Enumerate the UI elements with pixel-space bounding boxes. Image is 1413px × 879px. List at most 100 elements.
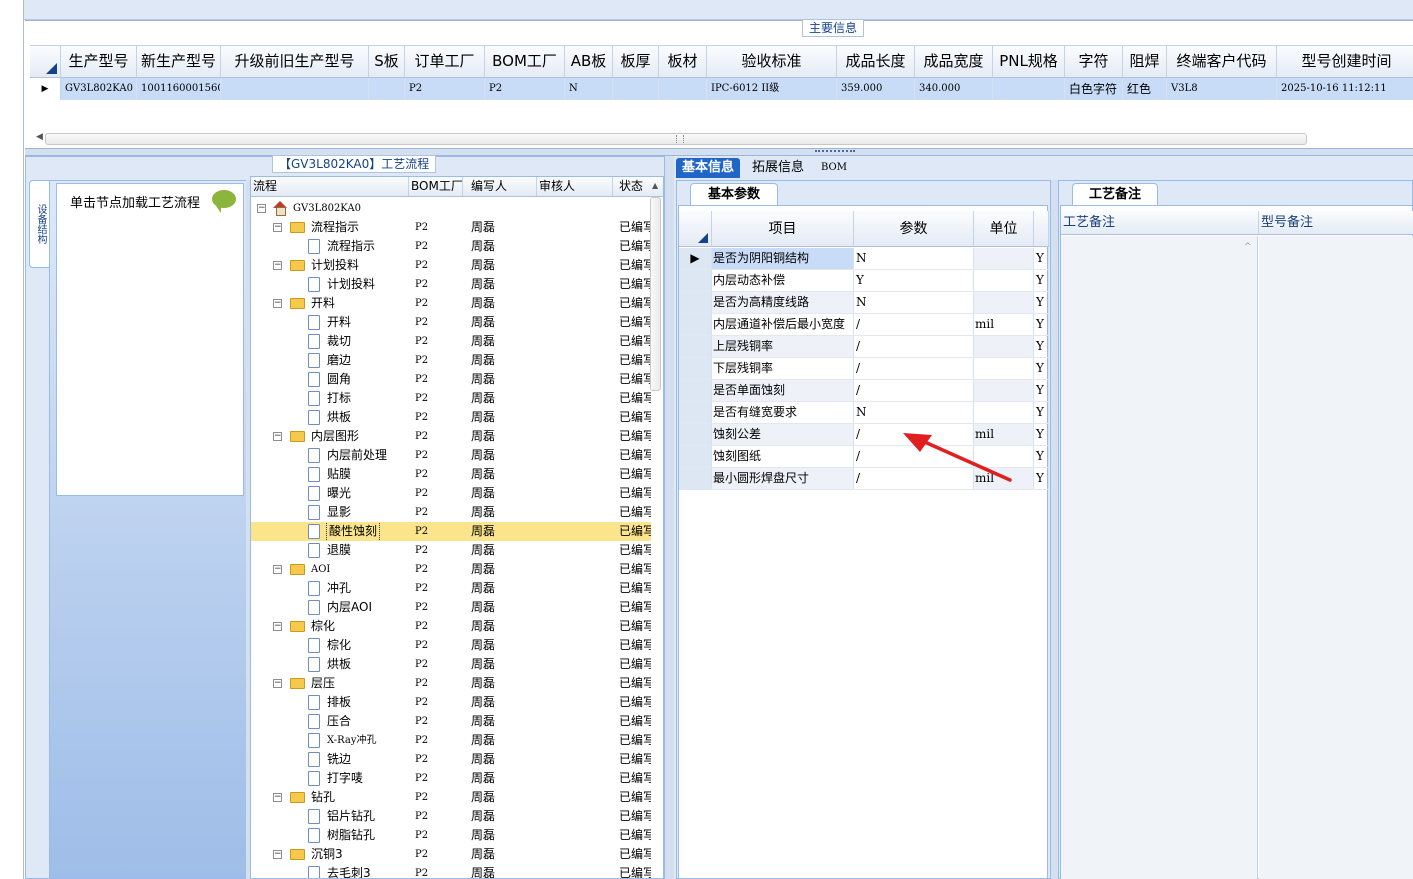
- tab-bom[interactable]: BOM: [815, 158, 853, 178]
- param-value[interactable]: /: [854, 314, 974, 335]
- collapse-icon[interactable]: −: [273, 432, 282, 441]
- col-process-remark[interactable]: 工艺备注: [1061, 211, 1259, 234]
- main-info-cell[interactable]: GV3L802KA0: [61, 78, 137, 100]
- main-info-col-header[interactable]: S板: [369, 46, 405, 77]
- collapse-icon[interactable]: −: [273, 223, 282, 232]
- tree-row[interactable]: 排板 P2 周磊 已编写: [251, 693, 651, 712]
- param-value[interactable]: /: [854, 380, 974, 401]
- param-value[interactable]: /: [854, 336, 974, 357]
- tree-row[interactable]: 磨边 P2 周磊 已编写: [251, 351, 651, 370]
- tree-row[interactable]: − 沉铜3 P2 周磊 已编写: [251, 845, 651, 864]
- main-info-col-header[interactable]: AB板: [565, 46, 613, 77]
- tree-row[interactable]: − 内层图形 P2 周磊 已编写: [251, 427, 651, 446]
- tree-row[interactable]: 显影 P2 周磊 已编写: [251, 503, 651, 522]
- main-info-col-header[interactable]: 生产型号: [61, 46, 137, 77]
- main-info-cell[interactable]: 白色字符: [1065, 78, 1123, 100]
- tree-row[interactable]: 去毛刺3 P2 周磊 已编写: [251, 864, 651, 878]
- col-model-remark[interactable]: 型号备注: [1259, 211, 1413, 234]
- collapse-icon[interactable]: −: [273, 622, 282, 631]
- tree-row[interactable]: 计划投料 P2 周磊 已编写: [251, 275, 651, 294]
- tree-row[interactable]: 内层AOI P2 周磊 已编写: [251, 598, 651, 617]
- tree-row[interactable]: 开料 P2 周磊 已编写: [251, 313, 651, 332]
- main-info-col-header[interactable]: 板材: [659, 46, 707, 77]
- tree-row[interactable]: 内层前处理 P2 周磊 已编写: [251, 446, 651, 465]
- main-info-cell[interactable]: 359.000: [837, 78, 915, 100]
- tab-basic-info[interactable]: 基本信息: [676, 158, 741, 178]
- param-row[interactable]: 内层动态补偿 Y Y: [679, 270, 1049, 292]
- load-process-hint[interactable]: 单击节点加载工艺流程: [70, 192, 200, 211]
- tree-row[interactable]: − 开料 P2 周磊 已编写: [251, 294, 651, 313]
- main-info-col-header[interactable]: 型号创建时间: [1277, 46, 1413, 77]
- param-row[interactable]: 下层残铜率 / Y: [679, 358, 1049, 380]
- scroll-thumb[interactable]: [650, 197, 661, 391]
- main-info-col-header[interactable]: 新生产型号: [137, 46, 221, 77]
- param-value[interactable]: Y: [854, 270, 974, 291]
- tree-row[interactable]: 铣边 P2 周磊 已编写: [251, 750, 651, 769]
- tree-row[interactable]: − AOI P2 周磊 已编写: [251, 560, 651, 579]
- param-row[interactable]: 是否单面蚀刻 / Y: [679, 380, 1049, 402]
- tree-row[interactable]: 铝片钻孔 P2 周磊 已编写: [251, 807, 651, 826]
- process-remark-field[interactable]: ^: [1061, 236, 1258, 879]
- tab-equipment-structure[interactable]: 设备结构: [29, 180, 49, 268]
- main-info-col-header[interactable]: 阻焊: [1123, 46, 1167, 77]
- tree-row[interactable]: 打标 P2 周磊 已编写: [251, 389, 651, 408]
- collapse-icon[interactable]: −: [273, 793, 282, 802]
- tree-row[interactable]: 冲孔 P2 周磊 已编写: [251, 579, 651, 598]
- param-value[interactable]: N: [854, 402, 974, 423]
- collapse-icon[interactable]: −: [257, 204, 266, 213]
- middle-splitter[interactable]: [664, 156, 674, 879]
- tree-row[interactable]: 酸性蚀刻 P2 周磊 已编写: [251, 522, 651, 541]
- main-info-col-header[interactable]: 验收标准: [707, 46, 837, 77]
- main-info-col-header[interactable]: 订单工厂: [405, 46, 485, 77]
- tree-row[interactable]: 打字唛 P2 周磊 已编写: [251, 769, 651, 788]
- param-row[interactable]: ▶ 是否为阴阳铜结构 N Y: [679, 248, 1049, 270]
- tree-row[interactable]: 压合 P2 周磊 已编写: [251, 712, 651, 731]
- tree-row[interactable]: 烘板 P2 周磊 已编写: [251, 408, 651, 427]
- main-info-cell[interactable]: 340.000: [915, 78, 993, 100]
- col-bom-factory[interactable]: BOM工厂: [409, 177, 463, 196]
- main-info-col-header[interactable]: 成品长度: [837, 46, 915, 77]
- tree-row[interactable]: − 计划投料 P2 周磊 已编写: [251, 256, 651, 275]
- main-info-cell[interactable]: V3L8: [1167, 78, 1277, 100]
- collapse-icon[interactable]: −: [273, 850, 282, 859]
- tree-row[interactable]: 树脂钻孔 P2 周磊 已编写: [251, 826, 651, 845]
- main-info-row[interactable]: ▶GV3L802KA010011600015608P2P2NIPC-6012 I…: [30, 78, 1413, 100]
- col-unit[interactable]: 单位: [974, 211, 1034, 246]
- tab-process-remarks[interactable]: 工艺备注: [1072, 183, 1158, 205]
- tree-row[interactable]: − 流程指示 P2 周磊 已编写: [251, 218, 651, 237]
- main-info-hscrollbar[interactable]: ◀: [33, 132, 1413, 146]
- param-value[interactable]: N: [854, 248, 974, 269]
- scroll-thumb[interactable]: [45, 133, 1307, 145]
- main-info-col-header[interactable]: PNL规格: [993, 46, 1065, 77]
- main-info-col-header[interactable]: 终端客户代码: [1167, 46, 1277, 77]
- main-info-cell[interactable]: [369, 78, 405, 100]
- main-info-cell[interactable]: [993, 78, 1065, 100]
- tab-basic-params[interactable]: 基本参数: [690, 183, 778, 205]
- process-tree-vscrollbar[interactable]: ▲: [649, 181, 663, 878]
- tree-row[interactable]: − 钻孔 P2 周磊 已编写: [251, 788, 651, 807]
- param-value[interactable]: /: [854, 358, 974, 379]
- horizontal-splitter[interactable]: [25, 148, 1413, 156]
- tab-extended-info[interactable]: 拓展信息: [746, 158, 810, 178]
- main-info-cell[interactable]: [221, 78, 369, 100]
- param-row[interactable]: 内层通道补偿后最小宽度 / mil Y: [679, 314, 1049, 336]
- scroll-up-icon[interactable]: ▲: [652, 181, 658, 190]
- tree-row[interactable]: − 棕化 P2 周磊 已编写: [251, 617, 651, 636]
- tree-row[interactable]: 裁切 P2 周磊 已编写: [251, 332, 651, 351]
- right-splitter[interactable]: [1050, 180, 1058, 879]
- main-info-col-header[interactable]: 升级前旧生产型号: [221, 46, 369, 77]
- tree-row[interactable]: 曝光 P2 周磊 已编写: [251, 484, 651, 503]
- param-row[interactable]: 上层残铜率 / Y: [679, 336, 1049, 358]
- main-info-cell[interactable]: [659, 78, 707, 100]
- param-row[interactable]: 是否有缝宽要求 N Y: [679, 402, 1049, 424]
- main-info-col-header[interactable]: 板厚: [613, 46, 659, 77]
- main-info-col-header[interactable]: 成品宽度: [915, 46, 993, 77]
- col-author[interactable]: 编写人: [463, 177, 537, 196]
- main-info-cell[interactable]: 红色: [1123, 78, 1167, 100]
- col-param[interactable]: 参数: [854, 211, 974, 246]
- param-value[interactable]: N: [854, 292, 974, 313]
- tree-row[interactable]: 退膜 P2 周磊 已编写: [251, 541, 651, 560]
- tree-root-row[interactable]: − GV3L802KA0: [251, 199, 651, 218]
- main-info-cell[interactable]: P2: [405, 78, 485, 100]
- main-info-cell[interactable]: N: [565, 78, 613, 100]
